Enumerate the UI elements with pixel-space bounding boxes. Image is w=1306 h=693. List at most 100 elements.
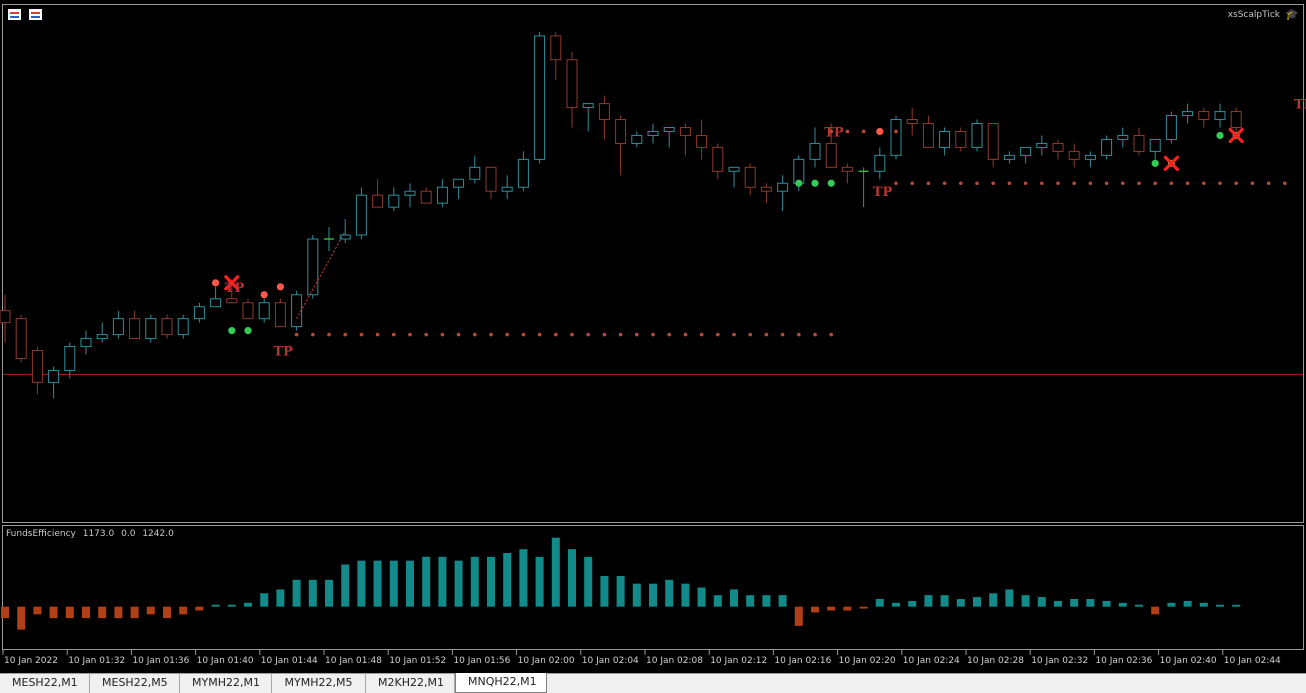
time-axis-label: 10 Jan 02:00: [518, 656, 575, 666]
candle-body: [210, 298, 222, 308]
tp-level-dot: [894, 181, 898, 186]
histogram-bar: [1021, 595, 1030, 607]
chart-tab-bar: MESH22,M1 MESH22,M5 MYMH22,M1 MYMH22,M5 …: [0, 673, 1306, 693]
histogram-bar: [1167, 602, 1176, 607]
chart-window[interactable]: TP TP TP TP TP 10 Jan 2022 10 Jan 01:32 10 Jan …: [0, 0, 1306, 675]
histogram-bar: [470, 556, 479, 607]
tp-level-dot: [959, 181, 963, 186]
tp-level-dot: [489, 332, 493, 337]
candle-body: [307, 238, 319, 296]
histogram-bar: [551, 537, 560, 607]
histogram-bar: [1199, 602, 1208, 607]
candle-body: [906, 119, 918, 125]
histogram-bar: [341, 564, 350, 607]
tab-mymh22-m5[interactable]: MYMH22,M5: [272, 674, 366, 693]
histogram-bar: [956, 599, 965, 607]
tp-level-dot: [570, 332, 574, 337]
candle-body: [404, 190, 416, 196]
histogram-bar: [616, 576, 625, 607]
candle-body: [1052, 142, 1064, 152]
histogram-bar: [1037, 597, 1046, 607]
tab-mnqh22-m1[interactable]: MNQH22,M1: [455, 673, 547, 693]
tp-level-dot: [586, 332, 590, 337]
candle-body: [955, 130, 967, 148]
tp-level-dot: [343, 332, 348, 337]
tp-level-dot: [359, 332, 364, 337]
histogram-bar: [373, 560, 382, 607]
candle-body: [1036, 142, 1048, 148]
histogram-bar: [1216, 604, 1224, 607]
candle-body: [258, 302, 270, 320]
histogram-bar: [454, 560, 463, 607]
tp-level-dot: [1040, 181, 1044, 186]
tp-level-dot: [1072, 181, 1076, 186]
time-axis-label: 10 Jan 02:36: [1095, 656, 1152, 666]
tp-level-dot: [456, 332, 461, 337]
time-axis-label: 10 Jan 02:44: [1224, 656, 1281, 666]
histogram-bar: [600, 576, 609, 607]
tp-level-dot: [521, 332, 526, 337]
tp-label: TP: [873, 185, 893, 200]
tp-level-dot: [813, 332, 817, 337]
time-axis-label: 10 Jan 02:08: [646, 656, 703, 666]
chart-list-icon[interactable]: [8, 9, 21, 20]
histogram-bar: [697, 587, 706, 607]
histogram-bar: [632, 583, 641, 607]
candle-body: [1068, 150, 1080, 160]
tp-level-dot: [618, 332, 623, 337]
candle-body: [1182, 111, 1194, 117]
tp-level-dot: [1185, 181, 1190, 186]
tab-mesh22-m1[interactable]: MESH22,M1: [0, 674, 90, 693]
candle-body: [647, 130, 659, 136]
chart-properties-icon[interactable]: [29, 9, 42, 20]
tp-label: TP: [1294, 98, 1306, 113]
tp-level-dot: [1202, 181, 1206, 186]
histogram-bar: [1151, 606, 1160, 615]
tp-level-dot: [716, 332, 720, 337]
candle-body: [15, 318, 27, 359]
candle-body: [242, 302, 254, 320]
tp-level-dot: [910, 181, 914, 186]
signal-dot-red: [260, 291, 268, 299]
tp-level-dot: [991, 181, 995, 186]
indicator-value-3: 1242.0: [142, 529, 174, 539]
exit-x-icon: [1163, 155, 1179, 171]
histogram-bar: [227, 604, 236, 607]
tp-level-dot: [975, 181, 979, 186]
histogram-bar: [308, 579, 317, 607]
graduation-cap-icon[interactable]: 🎓: [1285, 9, 1299, 20]
signal-dot-green: [244, 327, 252, 335]
tp-level-dot: [440, 332, 445, 337]
candle-body: [485, 166, 497, 192]
histogram-bar: [260, 593, 269, 607]
tp-level-dot: [554, 332, 558, 337]
candle-body: [517, 158, 529, 188]
candle-body: [777, 182, 789, 192]
signal-dot-green: [827, 179, 835, 187]
tab-m2kh22-m1[interactable]: M2KH22,M1: [366, 674, 455, 693]
tp-level-dot: [311, 332, 315, 337]
histogram-bar: [843, 606, 852, 611]
tab-mesh22-m5[interactable]: MESH22,M5: [90, 674, 180, 693]
histogram-bar: [940, 595, 949, 607]
price-chart[interactable]: TP TP TP TP TP 10 Jan 2022 10 Jan 01:32 10 Jan …: [0, 0, 1306, 675]
candle-body: [663, 126, 675, 132]
histogram-bar: [794, 606, 803, 626]
histogram-bar: [1070, 599, 1079, 607]
tp-level-dot: [926, 181, 931, 186]
tp-label: TP: [824, 125, 844, 140]
histogram-bar: [681, 583, 690, 607]
candle-body: [728, 166, 740, 172]
candle-body: [372, 194, 384, 208]
tp-level-dot: [667, 332, 671, 337]
candle-body: [112, 318, 124, 336]
histogram-bar: [1054, 600, 1062, 607]
histogram-bar: [65, 606, 74, 619]
tab-mymh22-m1[interactable]: MYMH22,M1: [180, 674, 272, 693]
tp-level-dot: [1169, 181, 1174, 186]
time-axis-label: 10 Jan 02:28: [967, 656, 1024, 666]
signal-dot-red: [876, 127, 884, 136]
candle-body: [1101, 138, 1113, 156]
histogram-bar: [827, 606, 836, 611]
candle-body: [388, 194, 400, 208]
